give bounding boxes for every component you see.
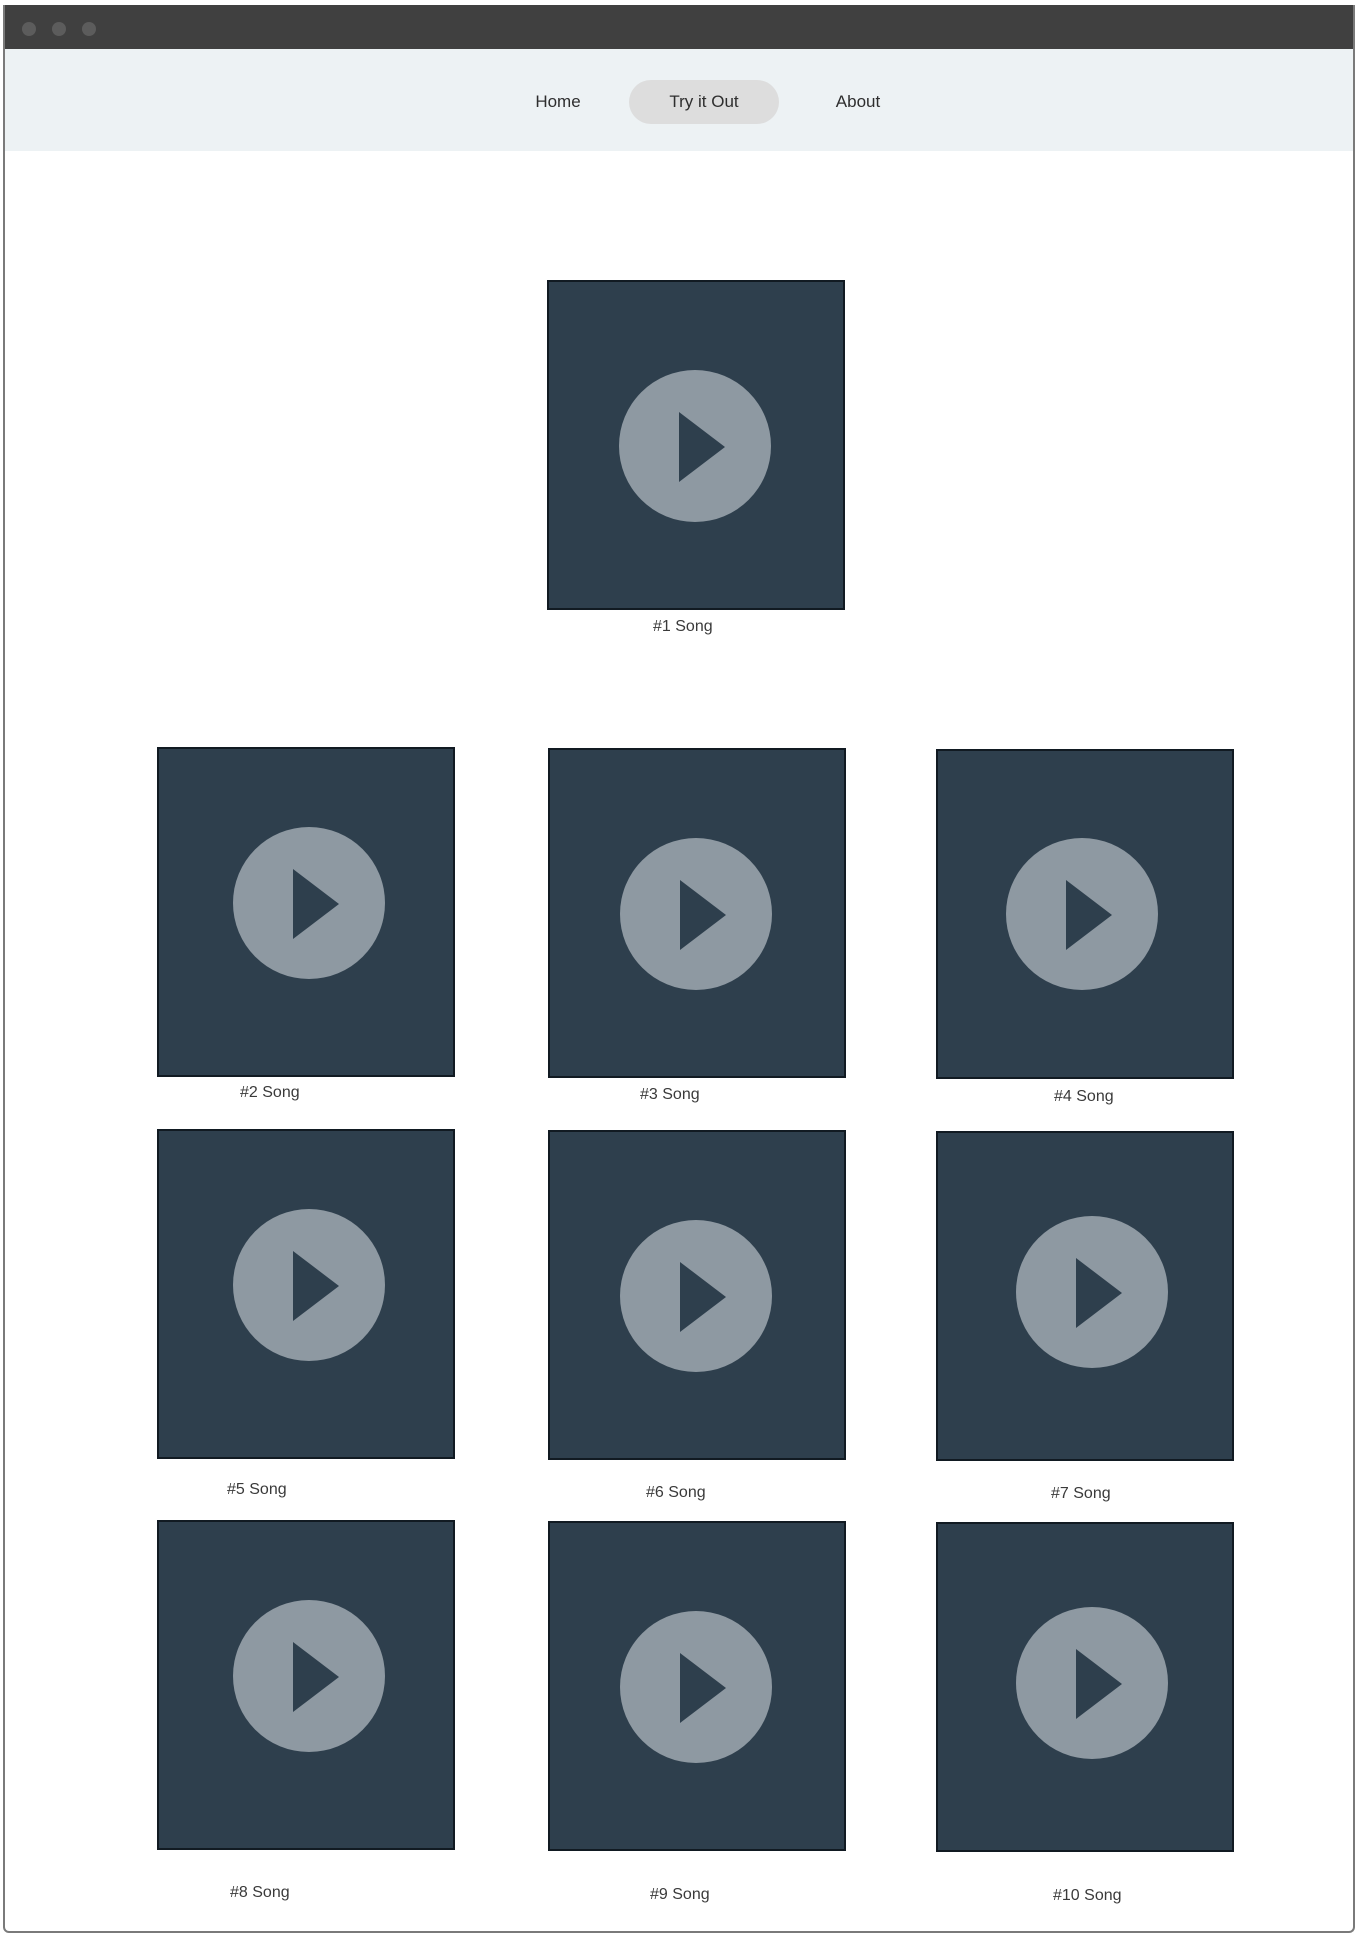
song-card-7[interactable] bbox=[936, 1131, 1234, 1461]
song-caption-8: #8 Song bbox=[230, 1884, 290, 1901]
play-button[interactable] bbox=[1016, 1216, 1168, 1368]
play-icon bbox=[1066, 880, 1112, 950]
play-button[interactable] bbox=[233, 1209, 385, 1361]
play-button[interactable] bbox=[1006, 838, 1158, 990]
play-button[interactable] bbox=[233, 1600, 385, 1752]
song-card-6[interactable] bbox=[548, 1130, 846, 1460]
play-button[interactable] bbox=[233, 827, 385, 979]
window-titlebar bbox=[5, 5, 1353, 49]
browser-window: Home Try it Out About #1 Song #2 Song #3… bbox=[3, 5, 1355, 1933]
song-card-5[interactable] bbox=[157, 1129, 455, 1459]
play-button[interactable] bbox=[620, 1220, 772, 1372]
play-icon bbox=[1076, 1649, 1122, 1719]
song-card-10[interactable] bbox=[936, 1522, 1234, 1852]
nav-try-it-out-link[interactable]: Try it Out bbox=[629, 80, 779, 124]
song-caption-6: #6 Song bbox=[646, 1484, 706, 1501]
song-card-2[interactable] bbox=[157, 747, 455, 1077]
play-button[interactable] bbox=[619, 370, 771, 522]
play-icon bbox=[679, 412, 725, 482]
song-card-1[interactable] bbox=[547, 280, 845, 610]
play-icon bbox=[680, 880, 726, 950]
play-icon bbox=[293, 1251, 339, 1321]
song-caption-1: #1 Song bbox=[653, 618, 713, 635]
song-caption-7: #7 Song bbox=[1051, 1485, 1111, 1502]
nav-about-link[interactable]: About bbox=[813, 80, 903, 124]
song-card-8[interactable] bbox=[157, 1520, 455, 1850]
play-icon bbox=[680, 1653, 726, 1723]
play-button[interactable] bbox=[1016, 1607, 1168, 1759]
song-caption-3: #3 Song bbox=[640, 1086, 700, 1103]
play-icon bbox=[1076, 1258, 1122, 1328]
song-caption-2: #2 Song bbox=[240, 1084, 300, 1101]
song-card-4[interactable] bbox=[936, 749, 1234, 1079]
close-dot-icon[interactable] bbox=[22, 22, 36, 36]
song-caption-9: #9 Song bbox=[650, 1886, 710, 1903]
song-caption-10: #10 Song bbox=[1053, 1887, 1122, 1904]
song-card-3[interactable] bbox=[548, 748, 846, 1078]
song-card-9[interactable] bbox=[548, 1521, 846, 1851]
play-button[interactable] bbox=[620, 1611, 772, 1763]
song-caption-5: #5 Song bbox=[227, 1481, 287, 1498]
play-icon bbox=[293, 1642, 339, 1712]
top-navigation: Home Try it Out About bbox=[5, 49, 1353, 151]
play-icon bbox=[293, 869, 339, 939]
minimize-dot-icon[interactable] bbox=[52, 22, 66, 36]
play-button[interactable] bbox=[620, 838, 772, 990]
maximize-dot-icon[interactable] bbox=[82, 22, 96, 36]
song-caption-4: #4 Song bbox=[1054, 1088, 1114, 1105]
play-icon bbox=[680, 1262, 726, 1332]
nav-home-link[interactable]: Home bbox=[513, 80, 603, 124]
